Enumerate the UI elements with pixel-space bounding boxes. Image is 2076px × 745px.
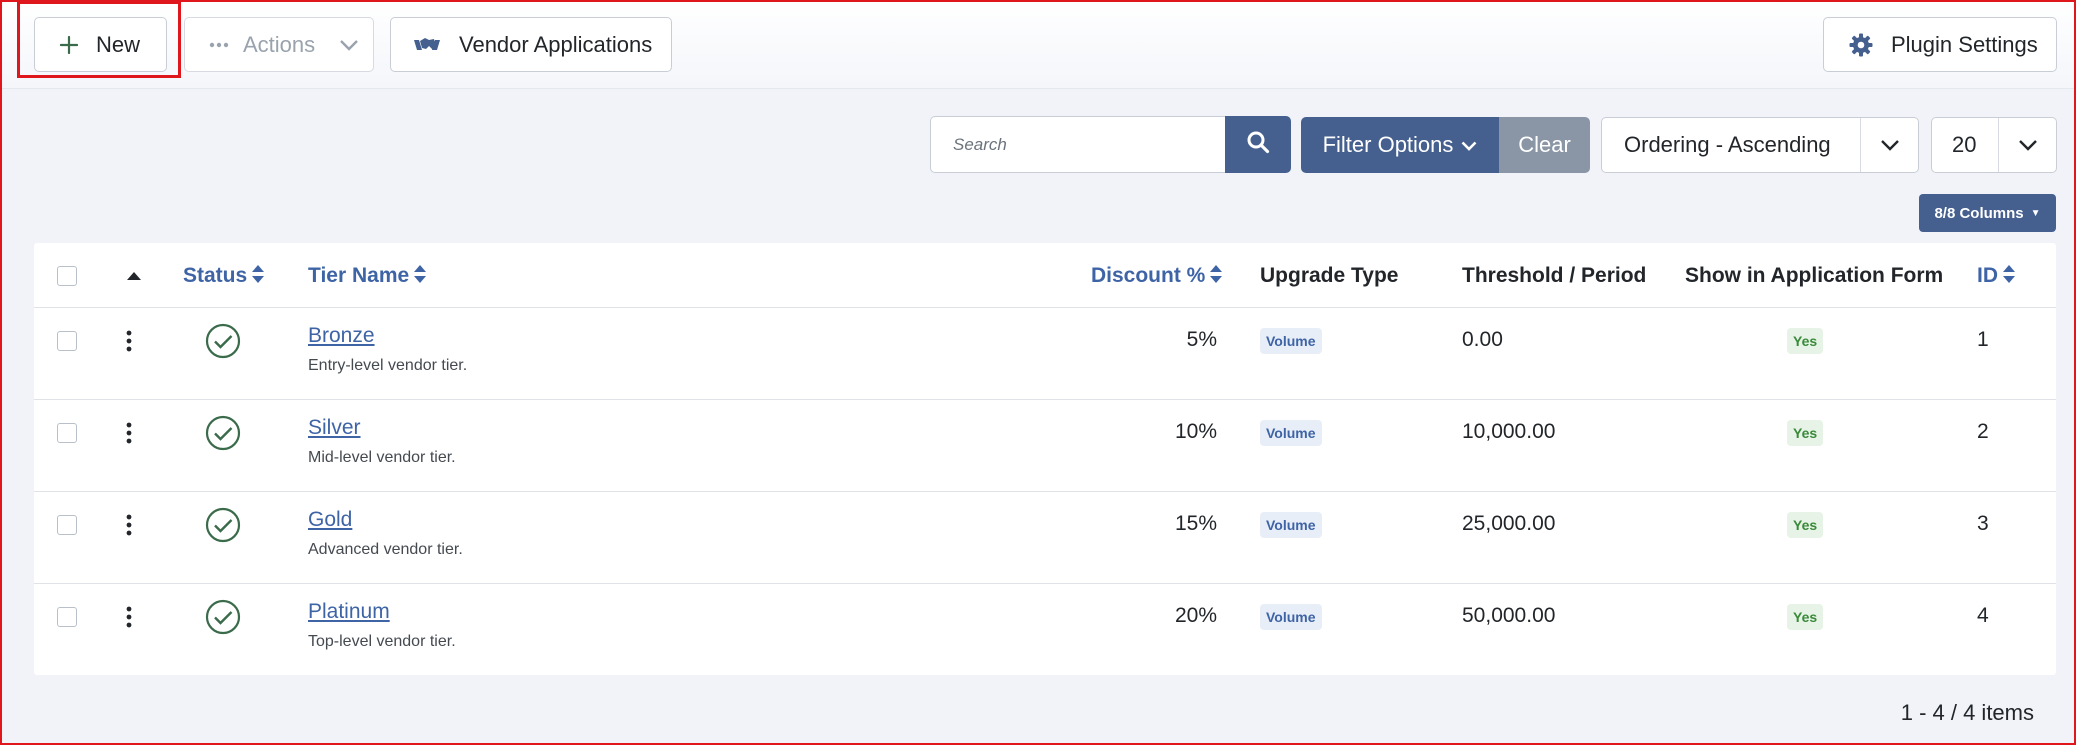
sort-icon <box>414 265 427 283</box>
status-published-icon[interactable] <box>205 323 241 364</box>
search-input[interactable] <box>930 116 1225 173</box>
header-tier-name-label: Tier Name <box>308 264 410 287</box>
ordering-value: Ordering - Ascending <box>1624 132 1831 157</box>
id-value: 2 <box>1977 420 1989 443</box>
upgrade-type-badge: Volume <box>1260 512 1322 538</box>
id-value: 4 <box>1977 604 1989 627</box>
search-group <box>930 116 1291 173</box>
header-show-in-form: Show in Application Form <box>1685 264 1944 287</box>
search-button[interactable] <box>1225 116 1291 173</box>
columns-label: 8/8 Columns <box>1934 204 2024 222</box>
discount-value: 5% <box>1186 328 1217 351</box>
ordering-select[interactable]: Ordering - Ascending <box>1601 117 1919 173</box>
tier-name-link[interactable]: Bronze <box>308 324 375 348</box>
header-upgrade-type: Upgrade Type <box>1260 264 1399 287</box>
new-button[interactable]: New <box>34 17 167 72</box>
select-all-checkbox[interactable] <box>57 266 77 286</box>
status-published-icon[interactable] <box>205 599 241 640</box>
status-published-icon[interactable] <box>205 507 241 548</box>
vendor-applications-label: Vendor Applications <box>459 31 653 57</box>
header-discount-label: Discount % <box>1091 264 1206 287</box>
sort-icon <box>1210 265 1223 283</box>
tier-name-link[interactable]: Silver <box>308 416 361 440</box>
pagination-summary: 1 - 4 / 4 items <box>1900 700 2034 725</box>
columns-toggle-button[interactable]: 8/8 Columns ▼ <box>1919 194 2056 232</box>
kebab-menu-icon[interactable] <box>126 422 132 449</box>
plugin-settings-label: Plugin Settings <box>1891 31 2038 57</box>
upgrade-type-badge: Volume <box>1260 420 1322 446</box>
header-tier-name[interactable]: Tier Name <box>308 264 427 288</box>
kebab-menu-icon[interactable] <box>126 606 132 633</box>
chevron-down-icon <box>339 36 359 54</box>
list-limit-select[interactable]: 20 <box>1931 117 2057 173</box>
row-checkbox[interactable] <box>57 515 77 535</box>
tier-description: Entry-level vendor tier. <box>308 357 468 374</box>
gear-icon <box>1849 33 1873 57</box>
threshold-value: 10,000.00 <box>1462 420 1556 443</box>
upgrade-type-badge: Volume <box>1260 604 1322 630</box>
chevron-down-icon <box>1860 118 1918 172</box>
header-status[interactable]: Status <box>183 264 265 288</box>
tiers-table: Status Tier Name Discount % Upgrade Type… <box>34 243 2056 675</box>
header-discount[interactable]: Discount % <box>1091 264 1223 288</box>
toolbar: New Actions Vendor Applications Plugin S… <box>0 0 2076 89</box>
filter-options-button[interactable]: Filter Options <box>1301 117 1499 173</box>
tier-name-link[interactable]: Gold <box>308 508 352 532</box>
threshold-value: 25,000.00 <box>1462 512 1556 535</box>
kebab-menu-icon[interactable] <box>126 514 132 541</box>
threshold-value: 50,000.00 <box>1462 604 1556 627</box>
status-published-icon[interactable] <box>205 415 241 456</box>
show-in-form-badge: Yes <box>1787 512 1824 538</box>
header-status-label: Status <box>183 264 248 287</box>
header-threshold: Threshold / Period <box>1462 264 1647 287</box>
clear-button[interactable]: Clear <box>1499 117 1590 173</box>
plugin-settings-button[interactable]: Plugin Settings <box>1823 17 2057 72</box>
table-row: Gold Advanced vendor tier. 15% Volume 25… <box>34 492 2056 584</box>
ordering-sort-icon[interactable] <box>126 268 142 286</box>
upgrade-type-badge: Volume <box>1260 328 1322 354</box>
vendor-applications-button[interactable]: Vendor Applications <box>390 17 672 72</box>
row-checkbox[interactable] <box>57 331 77 351</box>
show-in-form-badge: Yes <box>1787 420 1824 446</box>
plus-icon <box>60 35 78 54</box>
actions-dropdown[interactable]: Actions <box>184 17 374 72</box>
new-button-label: New <box>96 31 141 57</box>
handshake-icon <box>413 35 441 55</box>
tier-name-link[interactable]: Platinum <box>308 600 390 624</box>
id-value: 1 <box>1977 328 1989 351</box>
table-row: Silver Mid-level vendor tier. 10% Volume… <box>34 400 2056 492</box>
tier-description: Mid-level vendor tier. <box>308 449 456 466</box>
filter-options-label: Filter Options <box>1322 132 1454 157</box>
table-row: Bronze Entry-level vendor tier. 5% Volum… <box>34 308 2056 400</box>
show-in-form-badge: Yes <box>1787 328 1824 354</box>
table-header-row: Status Tier Name Discount % Upgrade Type… <box>34 243 2056 308</box>
discount-value: 20% <box>1174 604 1217 627</box>
tier-description: Advanced vendor tier. <box>308 541 463 558</box>
table-row: Platinum Top-level vendor tier. 20% Volu… <box>34 584 2056 676</box>
row-checkbox[interactable] <box>57 423 77 443</box>
list-limit-value: 20 <box>1952 132 1977 157</box>
caret-down-icon: ▼ <box>2030 207 2041 219</box>
id-value: 3 <box>1977 512 1989 535</box>
sort-icon <box>252 265 265 283</box>
chevron-down-icon <box>1461 132 1477 158</box>
chevron-down-icon <box>1998 118 2056 172</box>
sort-icon <box>2003 265 2015 283</box>
discount-value: 15% <box>1174 512 1217 535</box>
header-id-label: ID <box>1977 264 1998 287</box>
actions-label: Actions <box>243 31 316 57</box>
search-icon <box>1246 130 1270 159</box>
threshold-value: 0.00 <box>1462 328 1503 351</box>
row-checkbox[interactable] <box>57 607 77 627</box>
header-id[interactable]: ID <box>1977 264 2016 288</box>
kebab-menu-icon[interactable] <box>126 330 132 357</box>
ellipsis-icon <box>209 42 229 48</box>
discount-value: 10% <box>1174 420 1217 443</box>
tier-description: Top-level vendor tier. <box>308 633 456 650</box>
show-in-form-badge: Yes <box>1787 604 1824 630</box>
